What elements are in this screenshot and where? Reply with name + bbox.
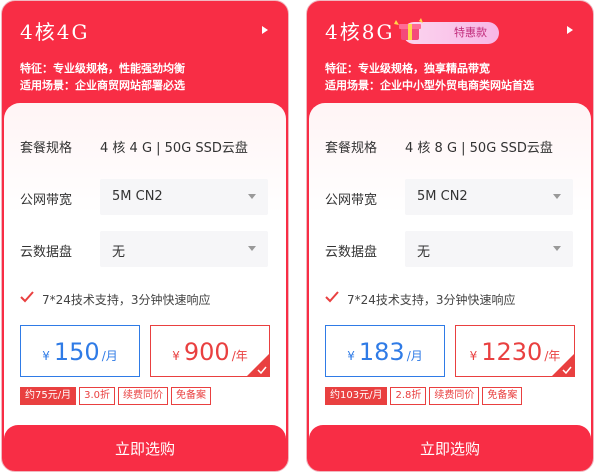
currency-symbol: ¥	[42, 349, 50, 363]
promo-label: 特惠款	[454, 26, 487, 39]
tag-renewal: 续费同价	[118, 387, 168, 405]
corner-check-icon	[562, 366, 572, 374]
disk-label: 云数据盘	[325, 245, 378, 260]
plan-details-panel: 套餐规格 4 核 4 G | 50G SSD云盘 公网带宽 5M CN2 云数据…	[4, 103, 286, 471]
spec-label: 套餐规格	[325, 141, 378, 156]
checkmark-icon	[325, 291, 339, 303]
buy-button[interactable]: 立即选购	[4, 425, 286, 471]
spec-label: 套餐规格	[20, 141, 73, 156]
yearly-price-option[interactable]: ¥1230/年	[455, 325, 575, 377]
currency-symbol: ¥	[469, 349, 478, 363]
corner-check-icon	[257, 366, 267, 374]
tag-discount: 3.0折	[79, 387, 115, 405]
plan-tags: 约103元/月 2.8折 续费同价 免备案	[325, 387, 525, 405]
chevron-right-icon[interactable]	[262, 26, 268, 34]
yearly-price: 1230	[481, 338, 543, 366]
plan-feature: 特征：专业级规格，性能强劲均衡	[20, 62, 185, 75]
bandwidth-value: 5M CN2	[112, 189, 163, 204]
yearly-price: 900	[183, 338, 230, 366]
disk-label: 云数据盘	[20, 245, 73, 260]
plan-card-4c4g: 4核4G 特征：专业级规格，性能强劲均衡 适用场景：企业商贸网站部署必选 套餐规…	[1, 0, 289, 472]
support-text: 7*24技术支持，3分钟快速响应	[347, 293, 516, 307]
spec-value: 4 核 8 G | 50G SSD云盘	[405, 141, 553, 156]
tag-monthly-equivalent: 约103元/月	[325, 387, 388, 405]
chevron-right-icon[interactable]	[567, 26, 573, 34]
bandwidth-label: 公网带宽	[325, 193, 378, 208]
bandwidth-label: 公网带宽	[20, 193, 73, 208]
disk-value: 无	[417, 245, 431, 260]
monthly-price: 150	[53, 338, 100, 366]
gift-icon	[394, 18, 423, 40]
plan-details-panel: 套餐规格 4 核 8 G | 50G SSD云盘 公网带宽 5M CN2 云数据…	[309, 103, 591, 471]
promo-badge: 特惠款	[394, 18, 499, 44]
plan-feature: 特征：专业级规格，独享精品带宽	[325, 62, 490, 75]
bandwidth-select[interactable]: 5M CN2	[405, 179, 573, 215]
tag-no-filing: 免备案	[482, 387, 523, 405]
disk-value: 无	[112, 245, 126, 260]
tag-no-filing: 免备案	[171, 387, 211, 405]
currency-symbol: ¥	[172, 349, 180, 363]
tag-renewal: 续费同价	[429, 387, 480, 405]
monthly-price: 183	[358, 338, 405, 366]
monthly-price-option[interactable]: ¥150/月	[20, 325, 140, 377]
plan-scenario: 适用场景：企业中小型外贸电商类网站首选	[325, 79, 534, 92]
bandwidth-value: 5M CN2	[417, 189, 468, 204]
checkmark-icon	[20, 291, 34, 303]
plan-title: 4核8G	[325, 20, 395, 44]
yearly-unit: /年	[231, 349, 248, 363]
plan-card-4c8g: 4核8G 特惠款 特征：专业级规格，独享精品带宽 适用场景：企业中小型外贸电商类…	[306, 0, 594, 472]
chevron-down-icon	[553, 194, 561, 199]
spec-value: 4 核 4 G | 50G SSD云盘	[100, 141, 248, 156]
disk-select[interactable]: 无	[100, 231, 268, 267]
tag-discount: 2.8折	[390, 387, 427, 405]
chevron-down-icon	[248, 194, 256, 199]
tag-monthly-equivalent: 约75元/月	[20, 387, 77, 405]
chevron-down-icon	[553, 246, 561, 251]
monthly-price-option[interactable]: ¥183/月	[325, 325, 445, 377]
plan-title: 4核4G	[20, 20, 90, 44]
monthly-unit: /月	[101, 349, 118, 363]
disk-select[interactable]: 无	[405, 231, 573, 267]
support-text: 7*24技术支持，3分钟快速响应	[42, 293, 211, 307]
bandwidth-select[interactable]: 5M CN2	[100, 179, 268, 215]
buy-button[interactable]: 立即选购	[309, 425, 591, 471]
yearly-price-option[interactable]: ¥900/年	[150, 325, 270, 377]
plan-scenario: 适用场景：企业商贸网站部署必选	[20, 79, 185, 92]
monthly-unit: /月	[406, 349, 423, 363]
currency-symbol: ¥	[347, 349, 355, 363]
plan-tags: 约75元/月 3.0折 续费同价 免备案	[20, 387, 214, 405]
chevron-down-icon	[248, 246, 256, 251]
